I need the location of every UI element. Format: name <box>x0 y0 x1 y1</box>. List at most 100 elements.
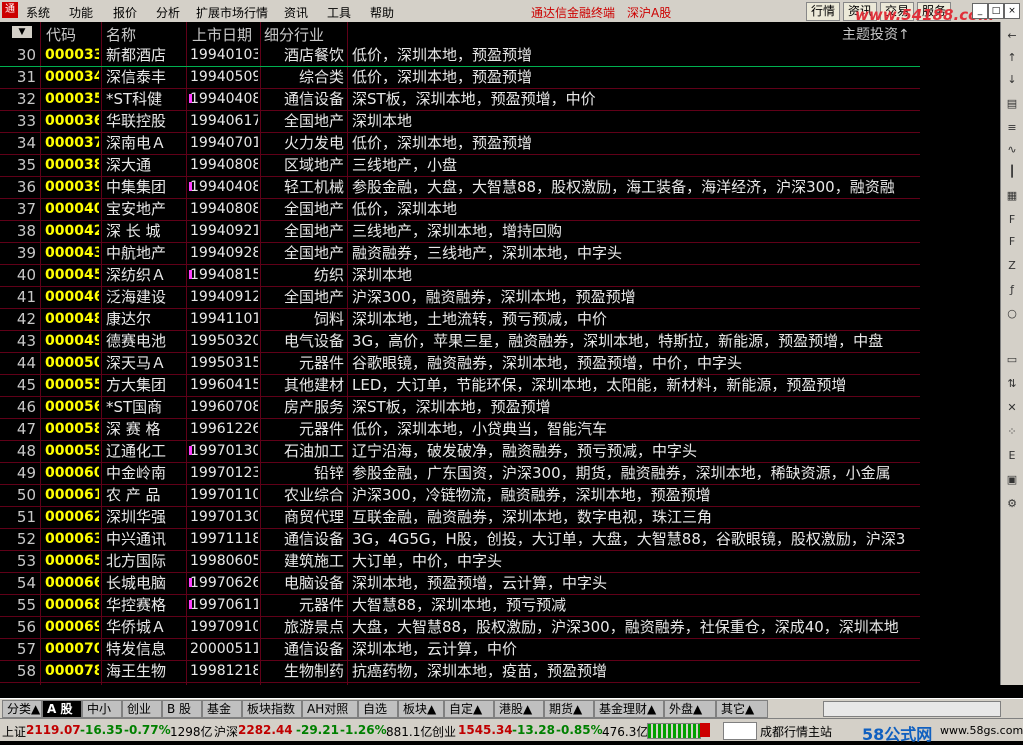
menu-analysis[interactable]: 分析 <box>156 4 180 21</box>
list-icon[interactable]: ≡ <box>1004 120 1020 136</box>
topic-investment: 深ST板，深圳本地，预盈预增 <box>352 398 551 416</box>
tab-9[interactable]: 板块▲ <box>398 700 444 718</box>
listing-date: 19960415 <box>190 377 258 393</box>
topic-investment: 低价，深圳本地，预盈预增 <box>352 46 533 64</box>
header-name[interactable]: 名称 <box>106 24 136 45</box>
stock-code: 000038 <box>45 157 99 173</box>
tab-2[interactable]: 中小 <box>82 700 122 718</box>
table-row[interactable]: 56 000069 华侨城Ａ 19970910 旅游景点 大盘，大智慧88，股权激励，沪深… <box>0 616 920 639</box>
f10-icon[interactable]: F <box>1004 234 1020 250</box>
menu-news[interactable]: 资讯 <box>284 4 308 21</box>
menu-system[interactable]: 系统 <box>26 4 50 21</box>
tab-14[interactable]: 外盘▲ <box>664 700 716 718</box>
table-row[interactable]: 37 000040 宝安地产 19940808 全国地产 低价，深圳本地 <box>0 198 920 221</box>
table-row[interactable]: 31 000034 深信泰丰 19940509 综合类 低价，深圳本地，预盈预增 <box>0 66 920 89</box>
table-row[interactable]: 35 000038 深大通 19940808 区域地产 三线地产，小盘 <box>0 154 920 177</box>
menu-tools[interactable]: 工具 <box>327 4 351 21</box>
menu-function[interactable]: 功能 <box>69 4 93 21</box>
table-row[interactable]: 57 000070 特发信息 20000511 通信设备 深圳本地，云计算，中价 <box>0 638 920 661</box>
tab-13[interactable]: 基金理财▲ <box>594 700 664 718</box>
table-row[interactable]: 32 000035 *ST科健 19940408 通信设备 深ST板，深圳本地，预盈预增，… <box>0 88 920 111</box>
sort-icon[interactable]: ⇅ <box>1004 376 1020 392</box>
tab-3[interactable]: 创业 <box>122 700 162 718</box>
table-row[interactable]: 55 000068 华控赛格 19970611 元器件 大智慧88，深圳本地，预亏预减 <box>0 594 920 617</box>
panel-icon[interactable]: ▣ <box>1004 472 1020 488</box>
menu-extended-market[interactable]: 扩展市场行情 <box>196 4 268 21</box>
table-row[interactable]: 54 000066 长城电脑 19970626 电脑设备 深圳本地，预盈预增，云计算，中字… <box>0 572 920 595</box>
server-name[interactable]: 成都行情主站 <box>760 723 832 740</box>
table-row[interactable]: 53 000065 北方国际 19980605 建筑施工 大订单，中价，中字头 <box>0 550 920 573</box>
tab-10[interactable]: 自定▲ <box>444 700 494 718</box>
tools-icon[interactable]: ✕ <box>1004 400 1020 416</box>
tab-12[interactable]: 期货▲ <box>544 700 594 718</box>
cy-index-change: -13.28 <box>512 723 555 737</box>
connection-status[interactable] <box>723 722 757 740</box>
arrow-left-icon[interactable]: ← <box>1004 28 1020 44</box>
tab-6[interactable]: 板块指数 <box>242 700 302 718</box>
menu-quote[interactable]: 报价 <box>113 4 137 21</box>
table-row[interactable]: 51 000062 深圳华强 19970130 商贸代理 互联金融，融资融券，深圳本地，数… <box>0 506 920 529</box>
maximize-icon[interactable]: □ <box>988 3 1004 19</box>
row-number: 43 <box>16 332 36 350</box>
table-row[interactable]: 41 000046 泛海建设 19940912 全国地产 沪深300，融资融券，深圳本地，… <box>0 286 920 309</box>
formula-icon[interactable]: ƒ <box>1004 282 1020 298</box>
header-code[interactable]: 代码 <box>46 24 76 45</box>
table-row[interactable]: 45 000055 方大集团 19960415 其他建材 LED，大订单，节能环保，深圳本… <box>0 374 920 397</box>
table-row[interactable]: 48 000059 辽通化工 19970130 石油加工 辽宁沿海，破发破净，融资融券，预… <box>0 440 920 463</box>
header-topic[interactable]: 主题投资↑ <box>842 24 910 44</box>
header-industry[interactable]: 细分行业 <box>264 24 324 45</box>
tab-15[interactable]: 其它▲ <box>716 700 768 718</box>
quote-button[interactable]: 行情 <box>806 2 841 21</box>
line-chart-icon[interactable]: ∿ <box>1004 142 1020 158</box>
listing-date: 19980605 <box>190 553 258 569</box>
grid-icon[interactable]: ▦ <box>1004 188 1020 204</box>
minimize-icon[interactable]: _ <box>972 3 988 19</box>
dice-icon[interactable]: ⁘ <box>1004 424 1020 440</box>
settings-icon[interactable]: ⚙ <box>1004 496 1020 512</box>
tab-0[interactable]: 分类▲ <box>2 700 42 718</box>
tab-1[interactable]: A 股 <box>42 700 82 718</box>
table-row[interactable]: 52 000063 中兴通讯 19971118 通信设备 3G，4G5G，H股，创投，大订… <box>0 528 920 551</box>
app-logo-icon[interactable]: 通 <box>2 2 18 18</box>
stock-code: 000059 <box>45 443 99 459</box>
kline-icon[interactable]: ┃ <box>1004 164 1020 180</box>
tab-4[interactable]: B 股 <box>162 700 202 718</box>
table-row[interactable]: 42 000048 康达尔 19941101 饲料 深圳本地，土地流转，预亏预减，中价 <box>0 308 920 331</box>
table-row[interactable]: 38 000042 深 长 城 19940921 全国地产 三线地产，深圳本地，增持回购 <box>0 220 920 243</box>
topic-investment: 3G，高价，苹果三星，融资融券，深圳本地，特斯拉，新能源，预盈预增，中盘 <box>352 332 884 350</box>
table-row[interactable]: 34 000037 深南电Ａ 19940701 火力发电 低价，深圳本地，预盈预增 <box>0 132 920 155</box>
table-row[interactable]: 58 000078 海王生物 19981218 生物制药 抗癌药物，深圳本地，疫苗，预盈预… <box>0 660 920 683</box>
stock-name: 农 产 品 <box>106 486 161 504</box>
circle-icon[interactable]: ○ <box>1004 306 1020 322</box>
sh-index-change: -16.35 <box>80 723 123 737</box>
sort-down-icon[interactable]: ▼ <box>12 26 32 38</box>
fio-icon[interactable]: F <box>1004 212 1020 228</box>
stock-name: 深大通 <box>106 156 152 174</box>
table-row[interactable]: 47 000058 深 赛 格 19961226 元器件 低价，深圳本地，小贷典当，智能汽… <box>0 418 920 441</box>
stock-code: 000065 <box>45 553 99 569</box>
table-row[interactable]: 49 000060 中金岭南 19970123 铅锌 参股金融，广东国资，沪深300，期货… <box>0 462 920 485</box>
tab-5[interactable]: 基金 <box>202 700 242 718</box>
table-row[interactable]: 36 000039 中集集团 19940408 轻工机械 参股金融，大盘，大智慧88，股权… <box>0 176 920 199</box>
report-icon[interactable]: ▤ <box>1004 96 1020 112</box>
horizontal-scrollbar[interactable] <box>823 701 1001 717</box>
table-row[interactable]: 44 000050 深天马Ａ 19950315 元器件 谷歌眼镜，融资融券，深圳本地，预盈… <box>0 352 920 375</box>
header-listing-date[interactable]: 上市日期 <box>192 24 252 45</box>
fiz-icon[interactable]: Z <box>1004 258 1020 274</box>
table-row[interactable]: 33 000036 华联控股 19940617 全国地产 深圳本地 <box>0 110 920 133</box>
table-row[interactable]: 46 000056 *ST国商 19960708 房产服务 深ST板，深圳本地，预盈预增 <box>0 396 920 419</box>
arrow-down-icon[interactable]: ↓ <box>1004 72 1020 88</box>
tab-7[interactable]: AH对照 <box>302 700 358 718</box>
tab-11[interactable]: 港股▲ <box>494 700 544 718</box>
table-row[interactable]: 30 000033 新都酒店 19940103 酒店餐饮 低价，深圳本地，预盈预增 <box>0 44 920 67</box>
etf-icon[interactable]: E <box>1004 448 1020 464</box>
folder-icon[interactable]: ▭ <box>1004 352 1020 368</box>
table-row[interactable]: 40 000045 深纺织Ａ 19940815 纺织 深圳本地 <box>0 264 920 287</box>
tab-8[interactable]: 自选 <box>358 700 398 718</box>
arrow-up-icon[interactable]: ↑ <box>1004 50 1020 66</box>
close-icon[interactable]: × <box>1004 3 1020 19</box>
menu-help[interactable]: 帮助 <box>370 4 394 21</box>
table-row[interactable]: 39 000043 中航地产 19940928 全国地产 融资融券，三线地产，深圳本地，中… <box>0 242 920 265</box>
table-row[interactable]: 50 000061 农 产 品 19970110 农业综合 沪深300，冷链物流，融资融券… <box>0 484 920 507</box>
table-row[interactable]: 43 000049 德赛电池 19950320 电气设备 3G，高价，苹果三星，融资融券，… <box>0 330 920 353</box>
